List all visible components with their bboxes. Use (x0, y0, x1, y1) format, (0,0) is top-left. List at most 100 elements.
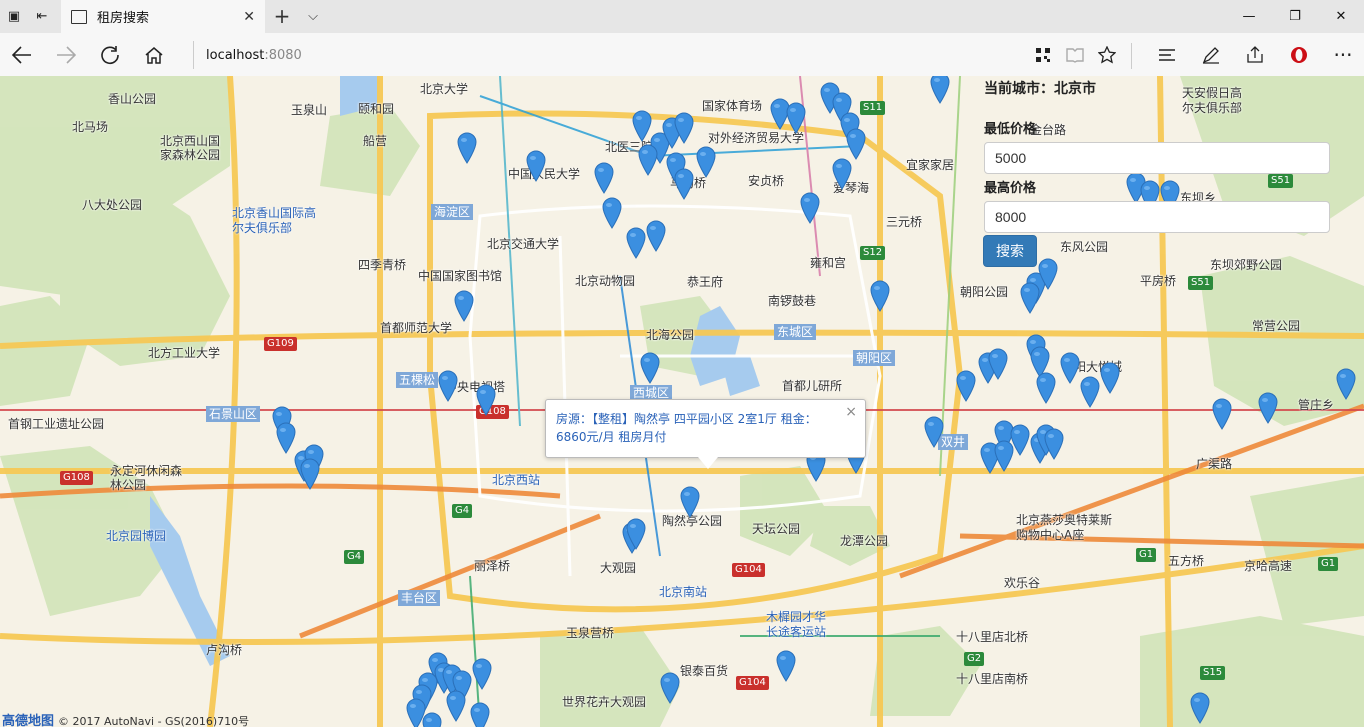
listing-marker-icon[interactable] (1080, 376, 1100, 408)
favorite-button[interactable] (1092, 39, 1122, 71)
listing-marker-icon[interactable] (680, 486, 700, 518)
road-sign: G2 (964, 652, 985, 666)
map-label: 北京动物园 (575, 274, 636, 288)
listing-marker-icon[interactable] (1336, 368, 1356, 400)
listing-marker-icon[interactable] (646, 220, 666, 252)
listing-marker-icon[interactable] (476, 384, 496, 416)
listing-marker-icon[interactable] (846, 128, 866, 160)
listing-marker-icon[interactable] (470, 702, 490, 727)
listing-marker-icon[interactable] (638, 144, 658, 176)
listing-marker-icon[interactable] (988, 348, 1008, 380)
back-button[interactable] (6, 39, 38, 71)
map-label: 管庄乡 (1298, 398, 1335, 412)
listing-marker-icon[interactable] (800, 192, 820, 224)
listing-marker-icon[interactable] (674, 168, 694, 200)
map-label: 四季青桥 (358, 258, 407, 272)
listing-marker-icon[interactable] (1020, 282, 1040, 314)
listing-marker-icon[interactable] (1010, 424, 1030, 456)
listing-marker-icon[interactable] (626, 518, 646, 550)
map-label: 北京大学 (420, 82, 469, 96)
listing-marker-icon[interactable] (956, 370, 976, 402)
web-note-button[interactable] (1196, 39, 1226, 71)
address-port: :8080 (264, 47, 302, 63)
listing-marker-icon[interactable] (300, 458, 320, 490)
tab-active[interactable]: 租房搜索 ✕ (61, 0, 265, 33)
listing-marker-icon[interactable] (457, 132, 477, 164)
page-icon (71, 9, 87, 24)
map-label: 北京西站 (492, 473, 541, 487)
home-button[interactable] (138, 39, 170, 71)
listing-marker-icon[interactable] (626, 227, 646, 259)
listing-marker-icon[interactable] (472, 658, 492, 690)
map-label: 五方桥 (1168, 554, 1205, 568)
district-label: 五棵松 (396, 372, 439, 388)
more-button[interactable]: ··· (1328, 39, 1358, 71)
set-aside-tabs-icon[interactable]: ▣ (0, 9, 28, 24)
listing-marker-icon[interactable] (1100, 362, 1120, 394)
listing-marker-icon[interactable] (924, 416, 944, 448)
listing-marker-icon[interactable] (1190, 692, 1210, 724)
new-tab-button[interactable]: + (270, 5, 294, 29)
listing-marker-icon[interactable] (674, 112, 694, 144)
map-label: 世界花卉大观园 (562, 695, 647, 709)
hub-button[interactable] (1152, 39, 1182, 71)
map-label: 大观园 (600, 561, 637, 575)
listing-marker-icon[interactable] (446, 690, 466, 722)
minimize-button[interactable]: — (1226, 0, 1272, 33)
map-label: 北京香山国际高尔夫俱乐部 (232, 206, 317, 235)
address-bar[interactable]: localhost:8080 (193, 41, 302, 69)
amap-logo: 高德地图 (2, 714, 55, 727)
listing-marker-icon[interactable] (696, 146, 716, 178)
listing-marker-icon[interactable] (422, 712, 442, 727)
listing-marker-icon[interactable] (1044, 428, 1064, 460)
listing-marker-icon[interactable] (1212, 398, 1232, 430)
map-label: 银泰百货 (680, 664, 729, 678)
listing-marker-icon[interactable] (660, 672, 680, 704)
map-label: 北方工业大学 (148, 346, 221, 360)
reading-view-button[interactable] (1060, 39, 1090, 71)
listing-marker-icon[interactable] (632, 110, 652, 142)
min-price-input[interactable] (984, 142, 1330, 174)
listing-marker-icon[interactable] (594, 162, 614, 194)
listing-marker-icon[interactable] (276, 422, 296, 454)
share-button[interactable] (1240, 39, 1270, 71)
road-sign: G4 (452, 504, 473, 518)
listing-marker-icon[interactable] (602, 197, 622, 229)
map-label: 朝阳公园 (960, 285, 1009, 299)
tab-close-button[interactable]: ✕ (243, 9, 255, 25)
road-sign: G108 (60, 471, 93, 485)
info-window-tail (698, 457, 718, 469)
road-sign: G1 (1318, 557, 1339, 571)
close-window-button[interactable]: ✕ (1318, 0, 1364, 33)
restore-button[interactable]: ❐ (1272, 0, 1318, 33)
listing-marker-icon[interactable] (1258, 392, 1278, 424)
map-label: 十八里店南桥 (956, 672, 1029, 686)
road-sign: G104 (732, 563, 765, 577)
max-price-label: 最高价格 (984, 181, 1037, 196)
listing-marker-icon[interactable] (870, 280, 890, 312)
listing-marker-icon[interactable] (454, 290, 474, 322)
listing-marker-icon[interactable] (776, 650, 796, 682)
listing-marker-icon[interactable] (640, 352, 660, 384)
listing-marker-icon[interactable] (438, 370, 458, 402)
listing-marker-icon[interactable] (786, 102, 806, 134)
listing-marker-icon[interactable] (832, 158, 852, 190)
browser-title-bar: ▣ ⇤ 租房搜索 ✕ + ⌵ — ❐ ✕ (0, 0, 1364, 33)
info-window-close-button[interactable]: × (845, 404, 857, 420)
refresh-button[interactable] (94, 39, 126, 71)
book-icon (1066, 48, 1084, 63)
tab-preview-button[interactable]: ⌵ (303, 6, 323, 28)
road-sign: S11 (860, 101, 886, 115)
search-button[interactable]: 搜索 (983, 235, 1037, 267)
max-price-input[interactable] (984, 201, 1330, 233)
opera-extension-button[interactable] (1284, 39, 1314, 71)
listing-marker-icon[interactable] (930, 76, 950, 104)
restore-tabs-icon[interactable]: ⇤ (28, 9, 56, 24)
forward-button[interactable] (50, 39, 82, 71)
qr-code-button[interactable] (1028, 39, 1058, 71)
listing-info-window: 房源：【整租】陶然亭 四平园小区 2室1厅 租金：6860元/月 租房月付 × (545, 399, 866, 469)
listing-marker-icon[interactable] (1060, 352, 1080, 384)
listing-marker-icon[interactable] (1036, 372, 1056, 404)
listing-marker-icon[interactable] (526, 150, 546, 182)
map-attribution: 高德地图 © 2017 AutoNavi - GS(2016)710号 (2, 710, 249, 727)
